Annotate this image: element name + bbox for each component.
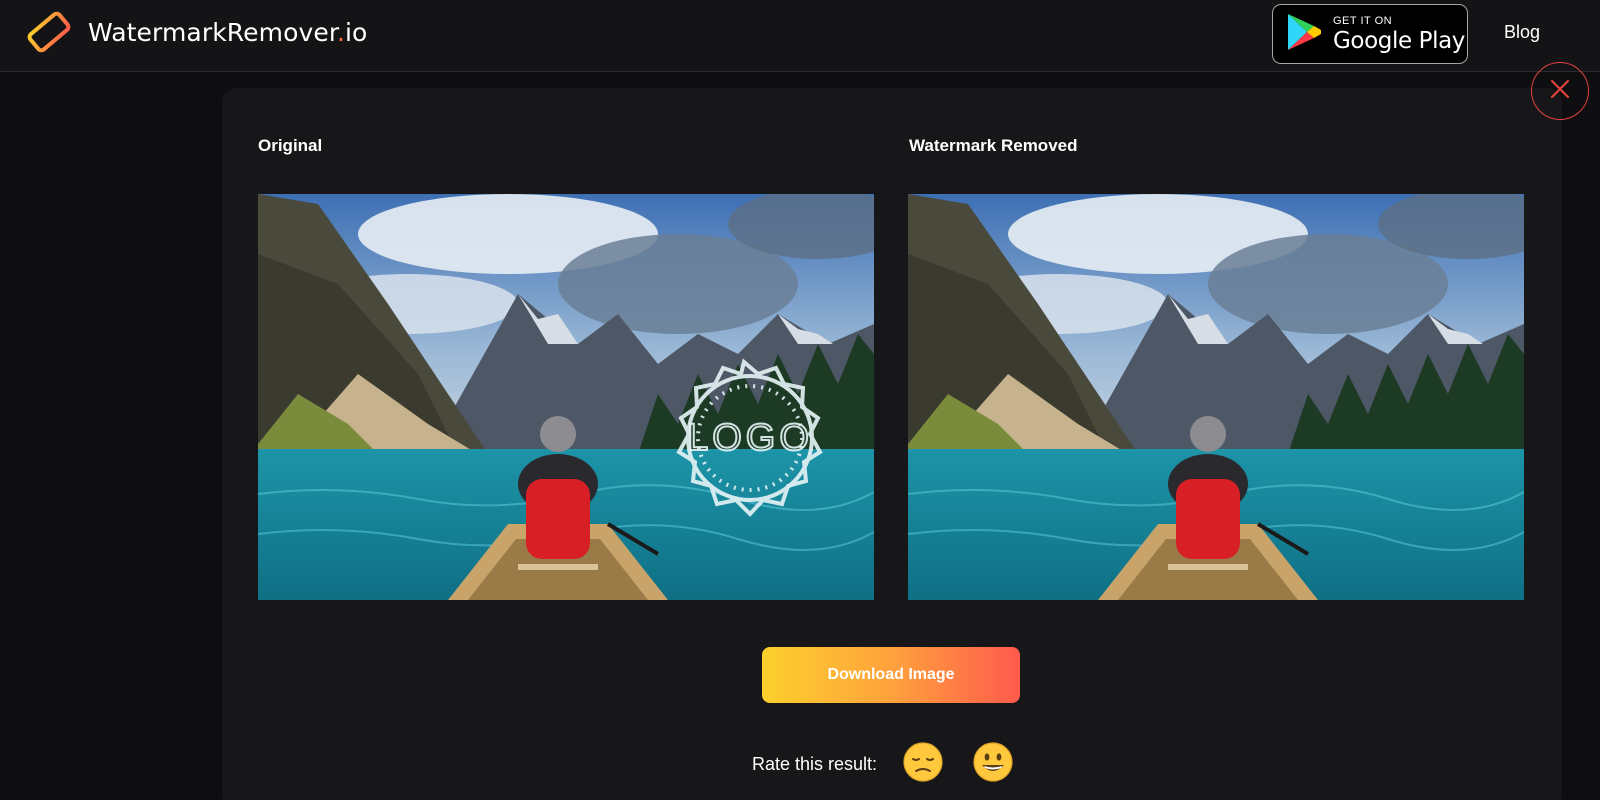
watermark-removed-image	[908, 194, 1524, 600]
brand-tld: io	[344, 17, 368, 47]
google-play-icon	[1285, 12, 1323, 57]
rate-label: Rate this result:	[752, 753, 878, 774]
watermark-text: LOGO	[687, 417, 813, 459]
play-big-text: Google Play	[1333, 27, 1465, 54]
google-play-text: GET IT ON Google Play	[1333, 14, 1465, 54]
close-icon	[1549, 78, 1571, 105]
google-play-button[interactable]: GET IT ON Google Play	[1272, 4, 1468, 64]
play-small-text: GET IT ON	[1333, 14, 1393, 27]
rate-sad-button[interactable]	[901, 741, 945, 788]
original-label: Original	[258, 136, 323, 155]
brand-name: WatermarkRemover.io	[88, 17, 368, 47]
brand-dot: .	[336, 17, 345, 47]
grinning-face-emoji-icon	[972, 741, 1014, 788]
original-image: LOGO	[258, 194, 874, 600]
download-image-button[interactable]: Download Image	[762, 647, 1020, 703]
rate-happy-button[interactable]	[971, 741, 1015, 788]
rating-row: Rate this result:	[752, 741, 1041, 788]
sad-face-emoji-icon	[902, 741, 944, 788]
watermark-removed-label: Watermark Removed	[909, 136, 1078, 155]
eraser-icon	[24, 10, 74, 54]
top-header: WatermarkRemover.io GET IT ON Google Pla…	[0, 0, 1600, 72]
brand-logo-link[interactable]: WatermarkRemover.io	[24, 10, 367, 54]
close-button[interactable]	[1531, 62, 1589, 120]
nav-blog-link[interactable]: Blog	[1504, 22, 1540, 43]
